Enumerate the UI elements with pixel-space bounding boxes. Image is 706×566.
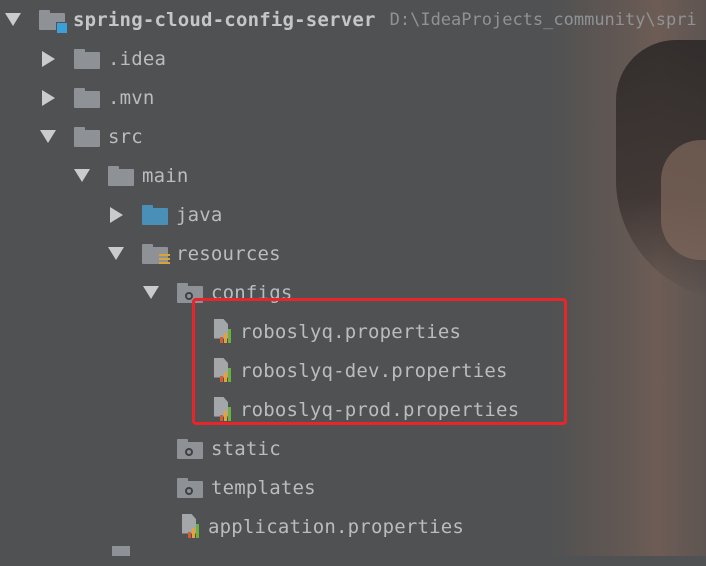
source-folder-icon [142,204,168,225]
folder-icon [74,48,100,69]
tree-row-application-properties[interactable]: application.properties [0,507,706,546]
chevron-down-icon[interactable] [143,286,159,299]
chevron-down-icon[interactable] [108,247,124,260]
tree-item-label: main [142,164,189,187]
tree-item-label: resources [176,242,281,265]
chevron-right-icon[interactable] [42,50,55,67]
tree-item-label: static [211,437,281,460]
tree-item-label: .idea [108,47,167,70]
package-folder-icon [177,477,203,498]
tree-item-label: java [176,203,223,226]
tree-row-clipped [0,546,706,566]
tree-row-static[interactable]: static [0,429,706,468]
tree-item-label: application.properties [208,515,465,538]
folder-icon [74,126,100,147]
folder-icon [108,165,134,186]
highlight-box [192,298,567,425]
tree-row-java[interactable]: java [0,195,706,234]
chevron-down-icon[interactable] [40,130,56,143]
project-path: D:\IdeaProjects_community\spri [389,9,697,30]
tree-item-label: src [108,125,143,148]
chevron-right-icon[interactable] [110,206,123,223]
project-tree: spring-cloud-config-server D:\IdeaProjec… [0,0,706,556]
tree-row-idea[interactable]: .idea [0,39,706,78]
tree-item-label: .mvn [108,86,155,109]
package-folder-icon [177,438,203,459]
folder-icon [112,546,130,556]
chevron-down-icon[interactable] [5,13,21,26]
resources-folder-icon [142,243,170,266]
properties-file-icon [180,513,202,540]
chevron-down-icon[interactable] [74,169,90,182]
folder-icon [74,87,100,108]
tree-row-src[interactable]: src [0,117,706,156]
chevron-right-icon[interactable] [42,89,55,106]
tree-row-main[interactable]: main [0,156,706,195]
tree-row-resources[interactable]: resources [0,234,706,273]
project-name: spring-cloud-config-server [73,8,376,31]
tree-row-templates[interactable]: templates [0,468,706,507]
tree-row-project-root[interactable]: spring-cloud-config-server D:\IdeaProjec… [0,0,706,39]
tree-item-label: templates [211,476,316,499]
tree-row-mvn[interactable]: .mvn [0,78,706,117]
module-folder-icon [39,9,68,34]
